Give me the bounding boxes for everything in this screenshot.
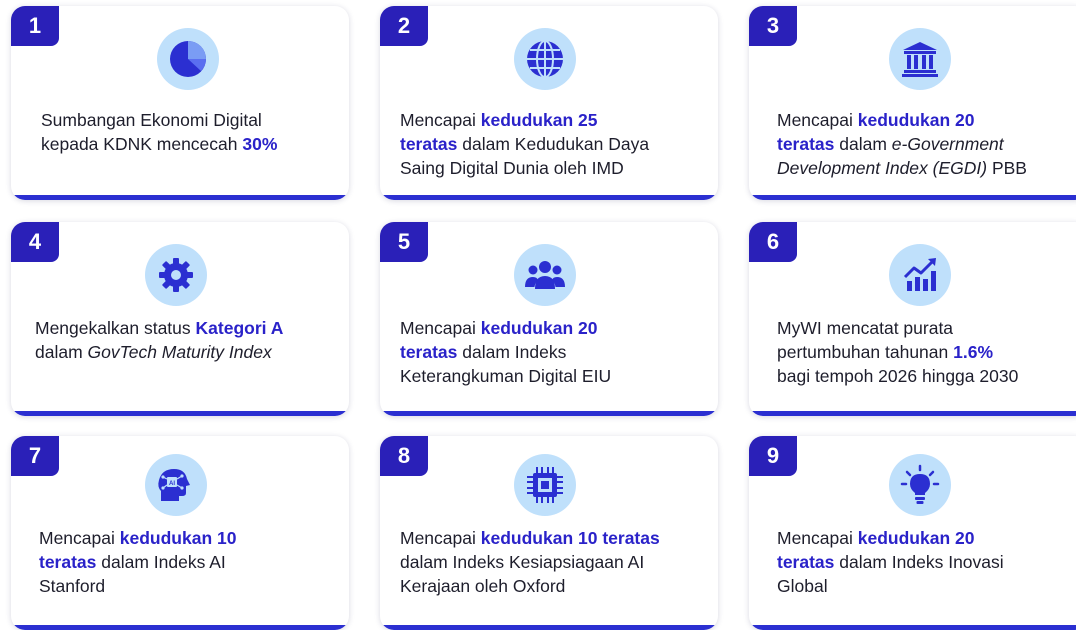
- card-description: Mencapai kedudukan 20 teratas dalam Inde…: [777, 528, 1004, 596]
- card-1: 1 Sumbangan Ekonomi Digital kepada KDNK …: [11, 6, 349, 200]
- gear-icon: [145, 244, 207, 306]
- card-2: 2 Mencapai kedudukan 25 teratas dalam Ke…: [380, 6, 718, 200]
- pie-chart-icon: [157, 28, 219, 90]
- card-number-badge: 3: [749, 6, 797, 46]
- card-description: Sumbangan Ekonomi Digital kepada KDNK me…: [41, 110, 278, 154]
- card-description: Mencapai kedudukan 25 teratas dalam Kedu…: [400, 110, 650, 178]
- card-number-badge: 1: [11, 6, 59, 46]
- microchip-icon: [514, 454, 576, 516]
- card-6: 6 MyWI mencatat purata pertumbuhan tahun…: [749, 222, 1076, 416]
- card-description: Mencapai kedudukan 10 teratas dalam Inde…: [400, 528, 660, 596]
- card-number-badge: 9: [749, 436, 797, 476]
- government-building-icon: [889, 28, 951, 90]
- card-description: Mencapai kedudukan 20 teratas dalam Inde…: [400, 318, 612, 386]
- card-3: 3 Mencapai kedudukan 20 teratas dalam e-…: [749, 6, 1076, 200]
- card-description: MyWI mencatat purata pertumbuhan tahunan…: [777, 318, 1019, 386]
- card-number-badge: 8: [380, 436, 428, 476]
- card-9: 9 Mencapai kedudukan 20 teratas dalam In…: [749, 436, 1076, 630]
- card-description: Mencapai kedudukan 20 teratas dalam e-Go…: [777, 110, 1027, 178]
- card-description: Mencapai kedudukan 10 teratas dalam Inde…: [39, 528, 237, 596]
- card-5: 5 Mencapai kedudukan 20 teratas dalam In…: [380, 222, 718, 416]
- card-8: 8 Mencapai kedudukan 10 teratas dalam In…: [380, 436, 718, 630]
- card-4: 4 Mengekalkan status Kategori A dalam Go…: [11, 222, 349, 416]
- growth-chart-icon: [889, 244, 951, 306]
- lightbulb-icon: [889, 454, 951, 516]
- people-group-icon: [514, 244, 576, 306]
- card-number-badge: 7: [11, 436, 59, 476]
- globe-icon: [514, 28, 576, 90]
- card-number-badge: 2: [380, 6, 428, 46]
- card-description: Mengekalkan status Kategori A dalam GovT…: [35, 318, 284, 362]
- card-number-badge: 4: [11, 222, 59, 262]
- card-number-badge: 6: [749, 222, 797, 262]
- svg-text:AI: AI: [169, 481, 175, 487]
- ai-head-icon: AI: [145, 454, 207, 516]
- card-7: 7 AI Mencapai kedudukan 10 teratas dalam…: [11, 436, 349, 630]
- card-number-badge: 5: [380, 222, 428, 262]
